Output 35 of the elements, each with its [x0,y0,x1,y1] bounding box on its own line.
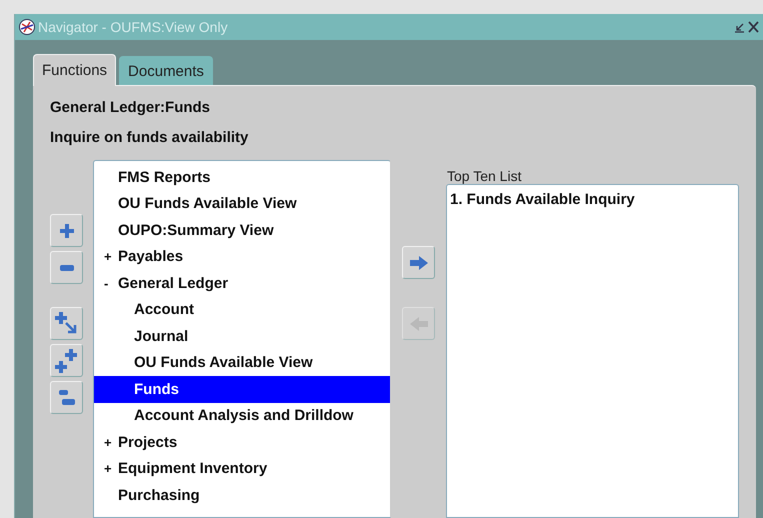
transfer-button[interactable] [402,246,435,279]
tree-button[interactable] [50,307,83,340]
tree-item[interactable]: Journal [94,323,390,350]
tree-item[interactable]: + Equipment Inventory [94,456,390,482]
tree-button[interactable] [50,251,83,284]
double-plus-icon [54,348,78,372]
list-label: Top Ten List [446,167,522,184]
app-logo-icon [19,19,35,35]
tree-item[interactable]: OU Funds Available View [94,190,390,217]
close-icon[interactable] [748,21,759,33]
double-minus-icon [58,388,74,408]
plus-arrow-icon [54,312,78,336]
tree-item[interactable]: + Projects [94,429,390,456]
tree-item[interactable]: Account [94,296,390,323]
tab[interactable]: Functions [33,54,116,86]
tree-button[interactable] [50,344,83,377]
function-heading: General Ledger:Funds [50,98,212,118]
window-title: Navigator - OUFMS:View Only [38,19,229,35]
tree-item[interactable]: Funds [94,376,390,402]
tree-button[interactable] [50,381,83,414]
tree-item[interactable]: Purchasing [94,482,390,508]
tree-item[interactable]: OU Funds Available View [94,350,390,376]
tree-button[interactable] [50,214,83,247]
list-item[interactable]: 1. Funds Available Inquiry [450,191,735,208]
tab[interactable]: Documents [119,56,213,85]
function-description: Inquire on funds availability [50,128,250,148]
right-arrow-icon [410,256,428,270]
tree-item[interactable]: + Payables [94,244,390,270]
tree-item[interactable]: Account Analysis and Drilldow [94,402,390,429]
tree-item[interactable]: FMS Reports [94,164,390,190]
tree-item[interactable]: - General Ledger [94,270,390,296]
tree-item[interactable]: OUPO:Summary View [94,217,390,244]
minimize-icon[interactable] [733,21,745,33]
plus-icon [60,224,74,238]
minus-icon [60,264,74,270]
